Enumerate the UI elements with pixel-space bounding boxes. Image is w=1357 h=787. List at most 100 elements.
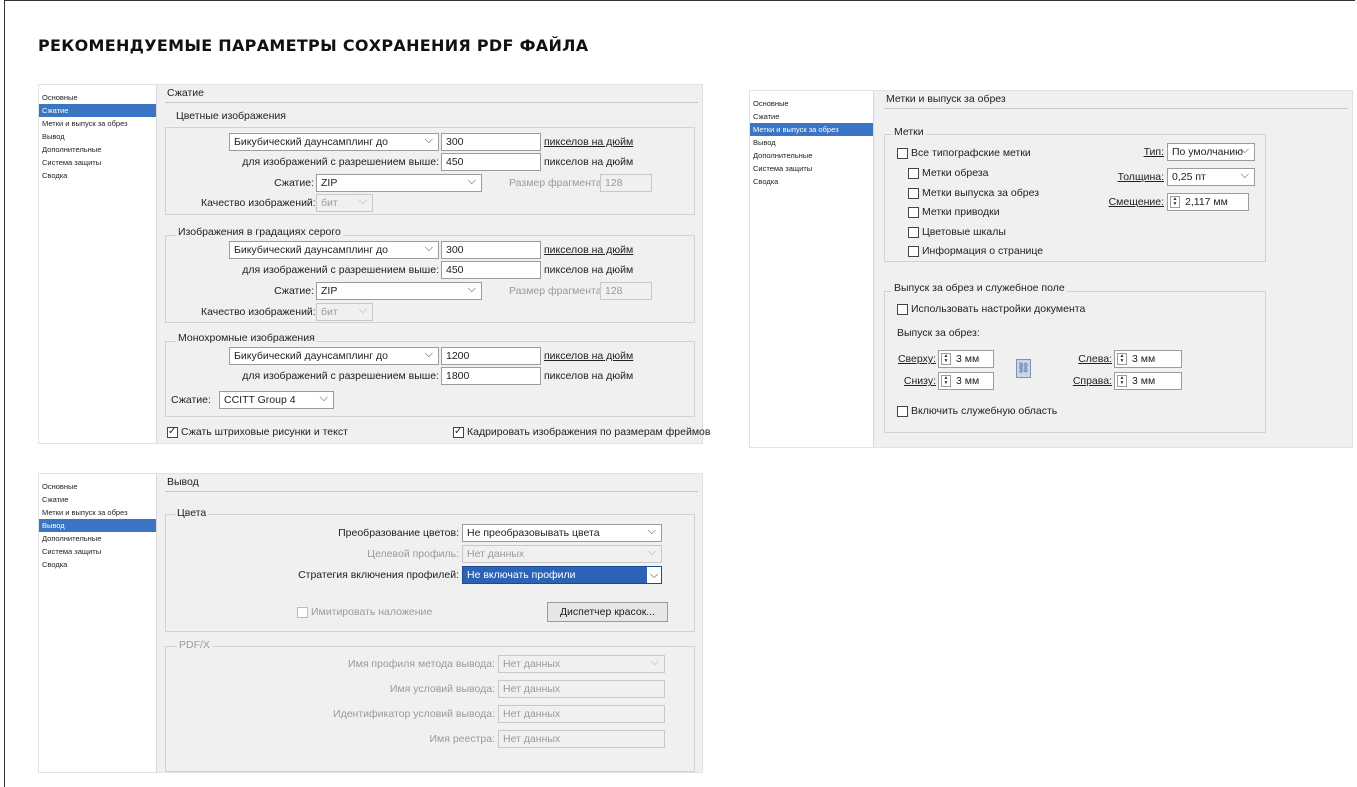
bottom-label: Снизу:	[903, 375, 936, 387]
compression-label: Сжатие:	[274, 285, 314, 297]
compress-text-checkbox[interactable]: Сжать штриховые рисунки и текст	[167, 425, 348, 439]
marks-bleeds-panel: Основные Сжатие Метки и выпуск за обрез …	[749, 90, 1353, 448]
group-title: Выпуск за обрез и служебное поле	[892, 282, 1067, 294]
spinner-arrows-icon[interactable]: ▲ ▼	[941, 353, 951, 365]
sidebar-item-summary[interactable]: Сводка	[39, 558, 156, 571]
crop-marks-checkbox[interactable]: Метки обреза	[908, 166, 989, 180]
group-title: Метки	[892, 126, 926, 138]
bottom-spinner[interactable]: ▲ ▼ 3 мм	[938, 372, 994, 390]
above-unit: пикселов на дюйм	[544, 156, 634, 168]
page-title: РЕКОМЕНДУЕМЫЕ ПАРАМЕТРЫ СОХРАНЕНИЯ PDF Ф…	[38, 36, 589, 55]
quality-select: бит	[316, 194, 373, 212]
sidebar-item-output[interactable]: Вывод	[750, 136, 873, 149]
sidebar-item-security[interactable]: Система защиты	[39, 156, 156, 169]
include-slug-checkbox[interactable]: Включить служебную область	[897, 404, 1057, 418]
weight-select[interactable]: 0,25 пт	[1167, 168, 1255, 186]
sidebar-item-security[interactable]: Система защиты	[750, 162, 873, 175]
offset-spinner[interactable]: ▲ ▼ 2,117 мм	[1167, 193, 1249, 211]
resample-select[interactable]: Бикубический даунсамплинг до	[229, 347, 439, 365]
destination-select: Нет данных	[462, 545, 662, 563]
link-chain-icon[interactable]: ⛓	[1016, 359, 1031, 378]
panel-header: Метки и выпуск за обрез	[884, 91, 1348, 109]
right-spinner[interactable]: ▲ ▼ 3 мм	[1114, 372, 1182, 390]
compression-select[interactable]: ZIP	[316, 282, 482, 300]
page-info-checkbox[interactable]: Информация о странице	[908, 244, 1043, 258]
bleed-marks-checkbox[interactable]: Метки выпуска за обрез	[908, 186, 1039, 200]
top-spinner[interactable]: ▲ ▼ 3 мм	[938, 350, 994, 368]
ppi-input[interactable]: 300	[441, 241, 541, 259]
spinner-arrows-icon[interactable]: ▲ ▼	[1170, 196, 1180, 208]
resample-select[interactable]: Бикубический даунсамплинг до	[229, 241, 439, 259]
spinner-arrows-icon[interactable]: ▲ ▼	[941, 375, 951, 387]
spinner-arrows-icon[interactable]: ▲ ▼	[1117, 375, 1127, 387]
sidebar-item-marks-bleeds[interactable]: Метки и выпуск за обрез	[750, 123, 873, 136]
right-label: Справа:	[1072, 375, 1112, 387]
ppi-label: пикселов на дюйм	[544, 350, 634, 362]
sidebar-item-marks-bleeds[interactable]: Метки и выпуск за обрез	[39, 117, 156, 130]
ppi-input[interactable]: 1200	[441, 347, 541, 365]
color-bars-checkbox[interactable]: Цветовые шкалы	[908, 225, 1006, 239]
above-label: для изображений с разрешением выше:	[242, 156, 439, 168]
condition-name-label: Имя условий вывода:	[389, 683, 495, 695]
sidebar-item-summary[interactable]: Сводка	[39, 169, 156, 182]
quality-label: Качество изображений:	[201, 197, 316, 209]
above-input[interactable]: 450	[441, 153, 541, 171]
compression-select[interactable]: CCITT Group 4	[219, 391, 334, 409]
destination-label: Целевой профиль:	[367, 548, 459, 560]
group-title: Цветные изображения	[176, 110, 286, 122]
registry-label: Имя реестра:	[429, 733, 495, 745]
type-select[interactable]: По умолчанию	[1167, 143, 1255, 161]
compression-label: Сжатие:	[171, 394, 211, 406]
sidebar-item-output[interactable]: Вывод	[39, 519, 156, 532]
sidebar-item-compression[interactable]: Сжатие	[39, 104, 156, 117]
spinner-arrows-icon[interactable]: ▲ ▼	[1117, 353, 1127, 365]
sidebar: Основные Сжатие Метки и выпуск за обрез …	[750, 91, 874, 447]
condition-id-input: Нет данных	[498, 705, 665, 723]
type-label: Тип:	[1143, 146, 1164, 158]
compression-panel: Основные Сжатие Метки и выпуск за обрез …	[38, 84, 710, 444]
sidebar-item-marks-bleeds[interactable]: Метки и выпуск за обрез	[39, 506, 156, 519]
panel-header: Сжатие	[165, 85, 698, 103]
output-intent-label: Имя профиля метода вывода:	[348, 658, 495, 670]
offset-label: Смещение:	[1108, 196, 1164, 208]
compression-select[interactable]: ZIP	[316, 174, 482, 192]
sidebar-item-general[interactable]: Основные	[750, 97, 873, 110]
sidebar-item-general[interactable]: Основные	[39, 91, 156, 104]
ppi-label: пикселов на дюйм	[544, 136, 634, 148]
above-label: для изображений с разрешением выше:	[242, 264, 439, 276]
sidebar-item-compression[interactable]: Сжатие	[750, 110, 873, 123]
condition-id-label: Идентификатор условий вывода:	[333, 708, 495, 720]
above-label: для изображений с разрешением выше:	[242, 370, 439, 382]
crop-images-checkbox[interactable]: Кадрировать изображения по размерам фрей…	[453, 425, 710, 439]
profile-inclusion-label: Стратегия включения профилей:	[298, 569, 459, 581]
sidebar-item-summary[interactable]: Сводка	[750, 175, 873, 188]
sidebar: Основные Сжатие Метки и выпуск за обрез …	[39, 85, 157, 443]
weight-label: Толщина:	[1117, 171, 1164, 183]
all-marks-checkbox[interactable]: Все типографские метки	[897, 146, 1031, 160]
sidebar-item-advanced[interactable]: Дополнительные	[750, 149, 873, 162]
sidebar-item-output[interactable]: Вывод	[39, 130, 156, 143]
resample-select[interactable]: Бикубический даунсамплинг до	[229, 133, 439, 151]
group-title: Изображения в градациях серого	[176, 226, 343, 238]
simulate-overprint-checkbox: Имитировать наложение	[297, 605, 432, 619]
registration-marks-checkbox[interactable]: Метки приводки	[908, 205, 1000, 219]
sidebar-item-security[interactable]: Система защиты	[39, 545, 156, 558]
sidebar-item-advanced[interactable]: Дополнительные	[39, 143, 156, 156]
group-title: PDF/X	[177, 639, 212, 651]
above-input[interactable]: 450	[441, 261, 541, 279]
sidebar-item-advanced[interactable]: Дополнительные	[39, 532, 156, 545]
use-document-checkbox[interactable]: Использовать настройки документа	[897, 302, 1085, 316]
color-conversion-label: Преобразование цветов:	[338, 527, 459, 539]
sidebar-item-general[interactable]: Основные	[39, 480, 156, 493]
sidebar-item-compression[interactable]: Сжатие	[39, 493, 156, 506]
registry-input: Нет данных	[498, 730, 665, 748]
ink-manager-button[interactable]: Диспетчер красок...	[547, 602, 668, 622]
bleed-label: Выпуск за обрез:	[897, 327, 980, 339]
profile-inclusion-select[interactable]: Не включать профили	[462, 566, 662, 584]
color-conversion-select[interactable]: Не преобразовывать цвета	[462, 524, 662, 542]
above-input[interactable]: 1800	[441, 367, 541, 385]
ppi-input[interactable]: 300	[441, 133, 541, 151]
above-unit: пикселов на дюйм	[544, 370, 634, 382]
output-intent-select: Нет данных	[498, 655, 665, 673]
left-spinner[interactable]: ▲ ▼ 3 мм	[1114, 350, 1182, 368]
